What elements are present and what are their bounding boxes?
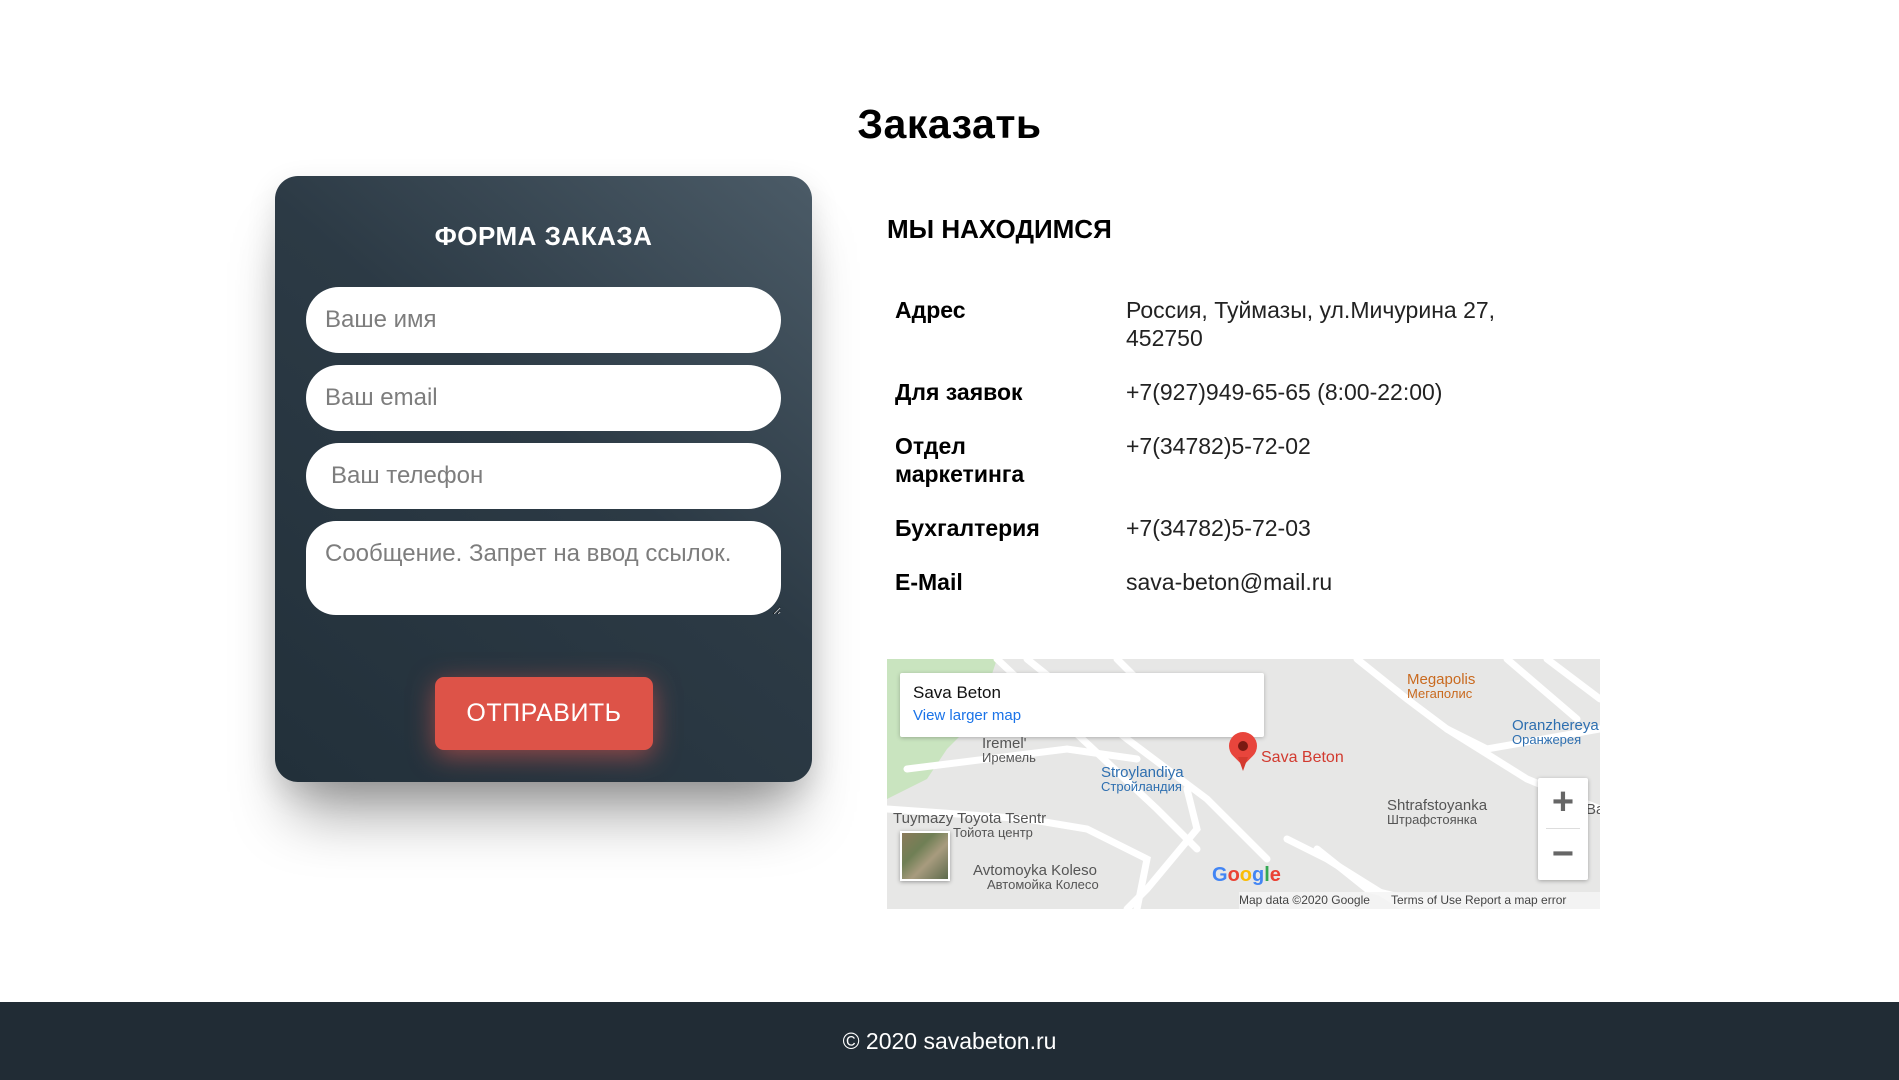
form-title: ФОРМА ЗАКАЗА — [434, 221, 653, 251]
poi-stroylandiya[interactable]: Stroylandiya Стройландия — [1101, 765, 1184, 794]
map-marker-label: Sava Beton — [1261, 749, 1344, 766]
poi-name-ru: Мегаполис — [1407, 686, 1473, 701]
map-place-name: Sava Beton — [913, 683, 1001, 702]
footer-copyright: © 2020 savabeton.ru — [842, 1028, 1057, 1054]
name-input[interactable] — [306, 287, 781, 353]
contact-value: Россия, Туймазы, ул.Мичурина 27, 452750 — [1126, 297, 1496, 351]
order-form: ФОРМА ЗАКАЗА ОТПРАВИТЬ — [275, 176, 812, 782]
google-logo: Google — [1212, 864, 1281, 886]
map-data-text: Map data ©2020 Google — [1239, 893, 1370, 907]
contact-key: Отдел маркетинга — [895, 433, 1025, 487]
poi-megapolis[interactable]: Megapolis Мегаполис — [1407, 672, 1475, 701]
poi-iremel[interactable]: Iremel' Иремель — [982, 736, 1036, 765]
poi-shtrafstoyanka[interactable]: Shtrafstoyanka Штрафстоянка — [1387, 798, 1487, 827]
terms-link[interactable]: Terms of Use — [1391, 892, 1462, 909]
map-attribution: Map data ©2020 Google Terms of Use Repor… — [1239, 892, 1600, 909]
poi-name-ru: Стройландия — [1101, 779, 1182, 794]
satellite-toggle[interactable] — [900, 831, 950, 881]
map-place-card: Sava Beton View larger map — [900, 673, 1264, 737]
email-input[interactable] — [306, 365, 781, 431]
poi-name-ru: Автомойка Колесо — [987, 877, 1099, 892]
poi-name-ru: Штрафстоянка — [1387, 812, 1477, 827]
contact-key: E-Mail — [895, 569, 963, 595]
contact-key: Адрес — [895, 297, 966, 323]
zoom-divider — [1546, 828, 1580, 829]
footer: © 2020 savabeton.ru — [0, 1002, 1899, 1080]
map-marker-tail — [1238, 757, 1248, 771]
contact-key: Бухгалтерия — [895, 515, 1040, 541]
poi-avtomoyka[interactable]: Avtomoyka Koleso Автомойка Колесо — [973, 863, 1099, 892]
zoom-control: + − — [1538, 778, 1588, 880]
message-textarea[interactable] — [306, 521, 781, 615]
poi-oranzhereya[interactable]: Oranzhereya Оранжерея — [1512, 718, 1599, 747]
poi-name-ru: Оранжерея — [1512, 732, 1582, 747]
contact-email-link[interactable]: sava-beton@mail.ru — [1126, 568, 1546, 596]
location-title: МЫ НАХОДИМСЯ — [887, 214, 1112, 244]
poi-name-ru: Иремель — [982, 750, 1036, 765]
zoom-in-button[interactable]: + — [1538, 778, 1588, 828]
report-error-link[interactable]: Report a map error — [1465, 892, 1566, 909]
page-title: Заказать — [857, 101, 1042, 148]
contact-value: +7(927)949-65-65 (8:00-22:00) — [1126, 379, 1443, 405]
contact-value: +7(34782)5-72-03 — [1126, 515, 1311, 541]
map-embed[interactable]: Sava Beton View larger map Megapolis Мег… — [887, 659, 1600, 909]
zoom-out-button[interactable]: − — [1538, 830, 1588, 880]
phone-input[interactable] — [306, 443, 781, 509]
view-larger-map-link[interactable]: View larger map — [913, 707, 1021, 724]
submit-button[interactable]: ОТПРАВИТЬ — [435, 677, 653, 750]
contact-key: Для заявок — [895, 379, 1023, 405]
contact-value: +7(34782)5-72-02 — [1126, 433, 1311, 459]
poi-edge-label: Ba — [1586, 801, 1600, 818]
